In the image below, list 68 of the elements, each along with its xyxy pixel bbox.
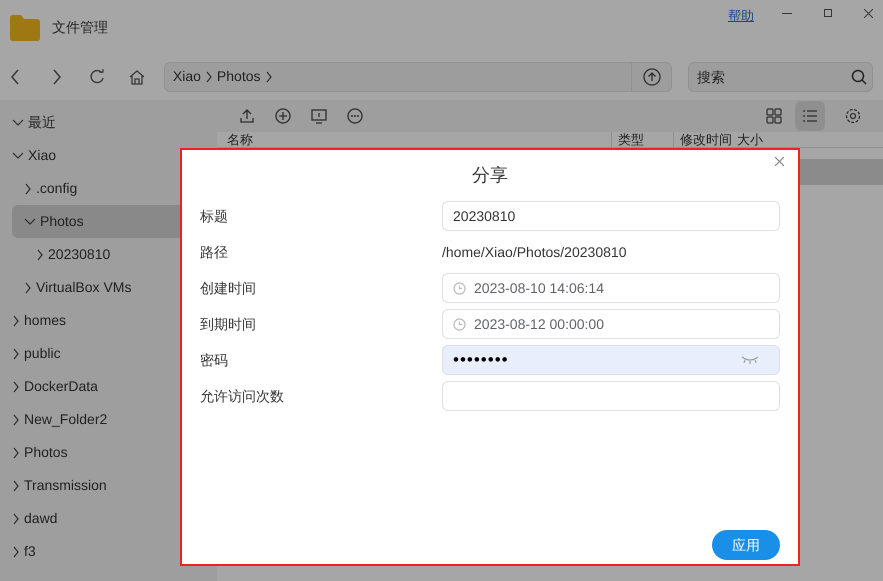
chevron-right-icon bbox=[24, 282, 32, 294]
chevron-down-icon bbox=[12, 152, 24, 160]
chevron-icon bbox=[204, 70, 213, 82]
refresh-icon[interactable] bbox=[89, 68, 105, 84]
input-field[interactable]: 20230810 bbox=[442, 201, 780, 231]
sidebar-item[interactable]: dawd bbox=[0, 502, 217, 535]
back-icon[interactable] bbox=[10, 68, 20, 84]
sidebar-item[interactable]: Xiao bbox=[0, 139, 217, 172]
chevron-down-icon bbox=[12, 118, 24, 126]
monitor-icon[interactable] bbox=[311, 108, 327, 124]
dialog-title: 分享 bbox=[472, 164, 508, 187]
apply-button[interactable]: 应用 bbox=[712, 530, 780, 560]
chevron-right-icon bbox=[12, 446, 20, 458]
upload-icon[interactable] bbox=[642, 68, 661, 86]
chevron-down-icon bbox=[24, 218, 36, 226]
chevron-icon bbox=[264, 70, 272, 82]
home-icon[interactable] bbox=[128, 68, 144, 84]
window-title: 文件管理 bbox=[52, 18, 108, 37]
sidebar-item[interactable]: New_Folder2 bbox=[0, 403, 217, 436]
field-label: 创建时间 bbox=[200, 278, 257, 298]
column-header[interactable]: 名称 bbox=[217, 132, 611, 147]
clock-icon bbox=[453, 318, 466, 330]
chevron-right-icon bbox=[12, 414, 20, 426]
field-label: 密码 bbox=[200, 350, 229, 370]
chevron-right-icon bbox=[12, 314, 20, 326]
forward-icon[interactable] bbox=[52, 68, 62, 84]
settings-icon[interactable] bbox=[845, 108, 861, 124]
upload-icon[interactable] bbox=[239, 108, 255, 124]
search-icon[interactable] bbox=[851, 68, 868, 84]
add-icon[interactable] bbox=[275, 108, 291, 124]
minimize-icon[interactable] bbox=[782, 13, 792, 15]
sidebar-item[interactable]: Transmission bbox=[0, 469, 217, 502]
sidebar-item[interactable]: Photos bbox=[0, 436, 217, 469]
password-field[interactable]: •••••••• bbox=[442, 345, 780, 375]
sidebar-item[interactable]: .config bbox=[0, 172, 217, 205]
address-bar[interactable]: Xiao Photos bbox=[164, 62, 672, 92]
chevron-right-icon bbox=[24, 182, 32, 194]
grid-icon bbox=[766, 108, 782, 124]
field-label: 允许访问次数 bbox=[200, 386, 285, 406]
list-view-button[interactable] bbox=[795, 101, 825, 131]
chevron-right-icon bbox=[12, 348, 20, 360]
help-link[interactable]: 帮助 bbox=[728, 6, 754, 26]
chevron-right-icon bbox=[36, 248, 44, 260]
column-header[interactable]: 类型 bbox=[611, 132, 673, 147]
breadcrumb-item[interactable]: Xiao bbox=[172, 66, 201, 87]
more-icon[interactable] bbox=[347, 108, 363, 124]
column-header[interactable]: 修改时间 bbox=[673, 132, 735, 147]
path-text: /home/Xiao/Photos/20230810 bbox=[442, 242, 626, 262]
sidebar-item[interactable]: 最近 bbox=[0, 106, 217, 139]
date-field[interactable]: 2023-08-12 00:00:00 bbox=[442, 309, 780, 339]
column-header[interactable]: 大小 bbox=[735, 132, 883, 147]
search-field[interactable]: 搜索 bbox=[688, 62, 874, 92]
chevron-right-icon bbox=[12, 512, 20, 524]
field-label: 路径 bbox=[200, 242, 229, 262]
field-label: 到期时间 bbox=[200, 314, 257, 334]
input-field[interactable] bbox=[442, 381, 780, 411]
list-icon bbox=[802, 108, 818, 124]
date-field[interactable]: 2023-08-10 14:06:14 bbox=[442, 273, 780, 303]
chevron-right-icon bbox=[12, 380, 20, 392]
chevron-right-icon bbox=[12, 546, 20, 558]
breadcrumb-item[interactable]: Photos bbox=[216, 66, 260, 87]
maximize-icon[interactable] bbox=[824, 9, 832, 17]
clock-icon bbox=[453, 282, 466, 294]
close-icon[interactable] bbox=[775, 157, 784, 166]
sidebar-item[interactable]: f3 bbox=[0, 535, 217, 568]
close-icon[interactable] bbox=[864, 9, 873, 18]
folder-icon bbox=[10, 14, 40, 40]
chevron-right-icon bbox=[12, 480, 20, 492]
